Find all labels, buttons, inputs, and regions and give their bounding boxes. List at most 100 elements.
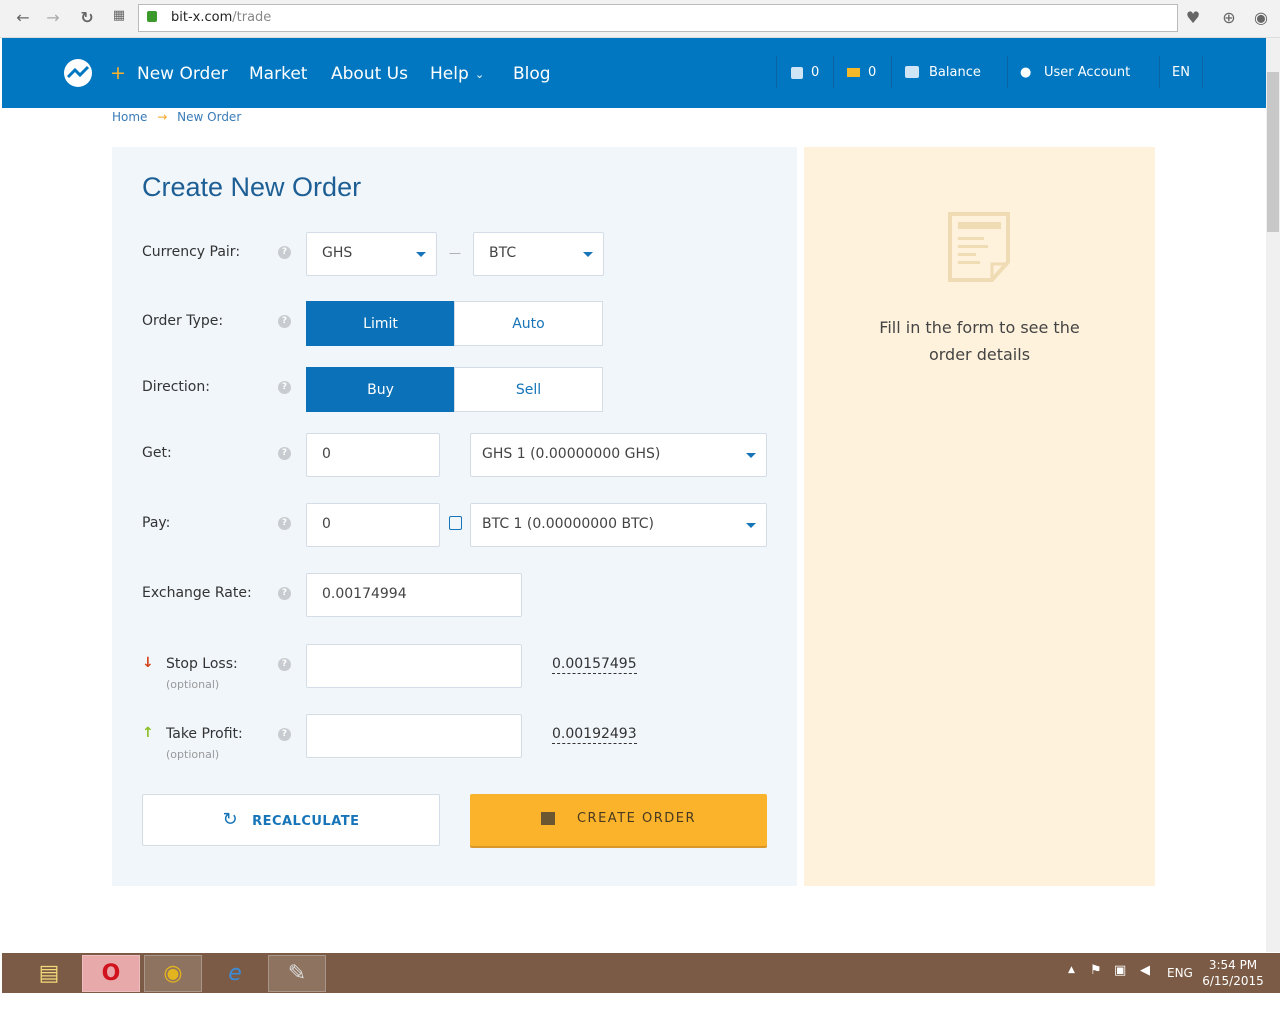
language-selector[interactable]: EN	[1172, 65, 1190, 80]
pay-account-value: BTC 1 (0.00000000 BTC)	[482, 516, 655, 532]
taskbar: ▤ O ◉ e ✎ ▲ ⚑ ▣ ◀ ENG 3:54 PM 6/15/2015	[2, 953, 1280, 993]
clock-date: 6/15/2015	[1202, 974, 1264, 988]
balance-menu[interactable]: Balance	[929, 65, 981, 80]
browser-toolbar: ← → ↻ ▦ bit-x.com/trade ♥ ⊕ ◉	[0, 0, 1280, 38]
volume-icon[interactable]: ◀	[1140, 963, 1150, 978]
wallet-icon	[905, 66, 919, 78]
forward-icon[interactable]: →	[43, 8, 63, 27]
get-amount-input[interactable]: 0	[306, 433, 440, 477]
stop-loss-label: Stop Loss:	[166, 656, 238, 672]
pay-account-select[interactable]: BTC 1 (0.00000000 BTC)	[470, 503, 767, 547]
help-icon[interactable]: ?	[278, 587, 291, 600]
input-language[interactable]: ENG	[1167, 966, 1193, 980]
breadcrumb-home[interactable]: Home	[112, 110, 147, 124]
calculator-icon[interactable]	[449, 516, 462, 530]
nav-about[interactable]: About Us	[331, 64, 408, 84]
messages-count[interactable]: 0	[868, 65, 876, 80]
nav-help[interactable]: Help	[430, 64, 469, 84]
caret-down-icon	[583, 252, 593, 257]
clock[interactable]: 3:54 PM 6/15/2015	[1202, 957, 1264, 989]
network-icon[interactable]: ▣	[1114, 963, 1126, 978]
get-account-select[interactable]: GHS 1 (0.00000000 GHS)	[470, 433, 767, 477]
direction-buy[interactable]: Buy	[306, 367, 455, 412]
caret-down-icon	[746, 523, 756, 528]
currency-pair-label: Currency Pair:	[142, 244, 241, 260]
scrollbar[interactable]	[1266, 38, 1280, 952]
breadcrumb-current[interactable]: New Order	[177, 110, 241, 124]
transfers-count[interactable]: 0	[811, 65, 819, 80]
chevron-down-icon: ⌄	[475, 68, 485, 81]
action-center-icon[interactable]: ⚑	[1090, 963, 1102, 978]
create-order-button[interactable]: CREATE ORDER	[470, 794, 767, 846]
stop-loss-suggestion[interactable]: 0.00157495	[552, 656, 637, 674]
logo-icon[interactable]	[64, 59, 92, 87]
order-type-limit[interactable]: Limit	[306, 301, 455, 346]
base-currency-select[interactable]: GHS	[306, 232, 437, 276]
opera-icon[interactable]: O	[82, 955, 140, 992]
take-profit-label: Take Profit:	[166, 726, 243, 742]
stop-loss-optional: (optional)	[166, 678, 220, 691]
transfer-icon[interactable]	[791, 67, 803, 79]
divider	[1159, 56, 1160, 88]
divider	[891, 56, 892, 88]
user-icon: ●	[1020, 65, 1032, 80]
mail-icon[interactable]	[847, 68, 860, 77]
page-title: Create New Order	[142, 172, 362, 202]
help-icon[interactable]: ?	[278, 315, 291, 328]
exchange-rate-label: Exchange Rate:	[142, 585, 252, 601]
document-icon	[948, 212, 1010, 282]
paint-icon[interactable]: ✎	[268, 955, 326, 992]
order-details-placeholder: Fill in the form to see the order details	[804, 314, 1155, 368]
take-profit-suggestion[interactable]: 0.00192493	[552, 726, 637, 744]
nav-market[interactable]: Market	[249, 64, 307, 84]
apps-icon[interactable]: ▦	[109, 8, 129, 23]
download-icon[interactable]: ⊕	[1219, 8, 1239, 27]
pay-label: Pay:	[142, 515, 171, 531]
stop-loss-input[interactable]	[306, 644, 522, 688]
pair-dash: —	[449, 246, 461, 260]
help-icon[interactable]: ?	[278, 447, 291, 460]
help-icon[interactable]: ?	[278, 728, 291, 741]
divider	[1202, 56, 1203, 88]
exchange-rate-input[interactable]: 0.00174994	[306, 573, 522, 617]
ie-icon[interactable]: e	[206, 955, 264, 992]
arrow-icon: →	[157, 110, 168, 124]
top-nav: + New Order Market About Us Help ⌄ Blog …	[2, 38, 1266, 108]
direction-label: Direction:	[142, 379, 210, 395]
take-profit-input[interactable]	[306, 714, 522, 758]
nav-new-order[interactable]: New Order	[137, 64, 228, 84]
account-icon[interactable]: ◉	[1251, 8, 1271, 27]
back-icon[interactable]: ←	[13, 8, 33, 27]
heart-icon[interactable]: ♥	[1183, 8, 1203, 27]
nav-blog[interactable]: Blog	[513, 64, 551, 84]
help-icon[interactable]: ?	[278, 658, 291, 671]
create-order-label: CREATE ORDER	[576, 811, 697, 826]
user-account-menu[interactable]: User Account	[1044, 65, 1130, 80]
recalculate-button[interactable]: ↻ RECALCULATE	[142, 794, 440, 846]
pay-amount-input[interactable]: 0	[306, 503, 440, 547]
placeholder-line-2: order details	[928, 345, 1031, 364]
take-profit-optional: (optional)	[166, 748, 220, 761]
chrome-icon[interactable]: ◉	[144, 955, 202, 992]
refresh-icon: ↻	[222, 809, 239, 830]
url-path: /trade	[232, 10, 272, 25]
direction-sell[interactable]: Sell	[454, 367, 603, 412]
quote-currency-select[interactable]: BTC	[473, 232, 604, 276]
get-label: Get:	[142, 445, 172, 461]
base-value: GHS	[322, 245, 353, 261]
placeholder-line-1: Fill in the form to see the	[879, 318, 1080, 337]
tray-expand-icon[interactable]: ▲	[1068, 965, 1075, 975]
address-bar[interactable]: bit-x.com/trade	[138, 4, 1178, 32]
help-icon[interactable]: ?	[278, 381, 291, 394]
divider	[833, 56, 834, 88]
recalculate-label: RECALCULATE	[252, 814, 360, 829]
file-explorer-icon[interactable]: ▤	[20, 955, 78, 992]
order-type-auto[interactable]: Auto	[454, 301, 603, 346]
reload-icon[interactable]: ↻	[77, 8, 97, 27]
get-account-value: GHS 1 (0.00000000 GHS)	[482, 446, 661, 462]
help-icon[interactable]: ?	[278, 517, 291, 530]
breadcrumb: Home → New Order	[112, 110, 241, 124]
divider	[776, 56, 777, 88]
help-icon[interactable]: ?	[278, 246, 291, 259]
divider	[1007, 56, 1008, 88]
